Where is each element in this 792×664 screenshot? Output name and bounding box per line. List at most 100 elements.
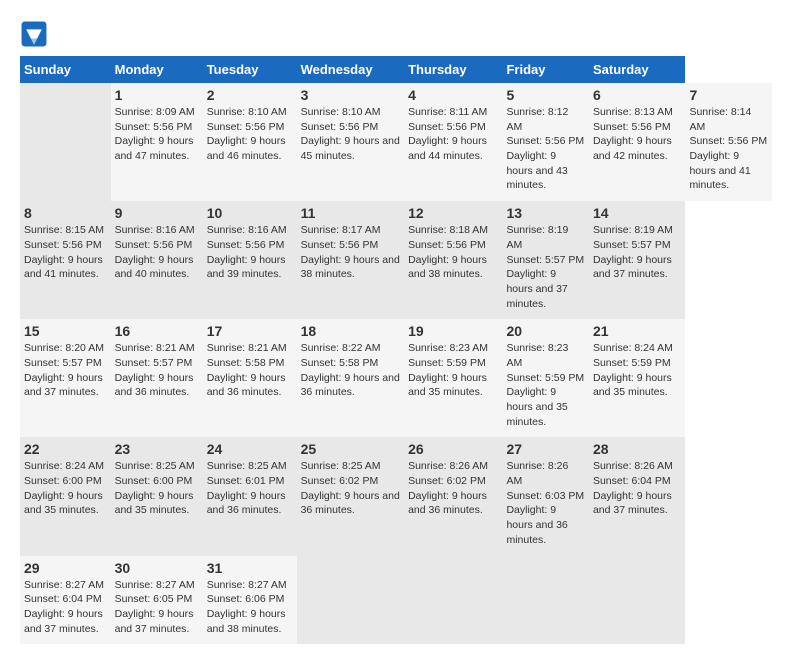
calendar-cell: 7Sunrise: 8:14 AMSunset: 5:56 PMDaylight… bbox=[685, 83, 772, 201]
calendar-week-row: 1Sunrise: 8:09 AMSunset: 5:56 PMDaylight… bbox=[20, 83, 772, 201]
day-number: 6 bbox=[593, 87, 681, 103]
day-number: 21 bbox=[593, 323, 681, 339]
day-number: 2 bbox=[207, 87, 293, 103]
day-number: 17 bbox=[207, 323, 293, 339]
calendar-cell bbox=[20, 83, 111, 201]
day-info: Sunrise: 8:19 AMSunset: 5:57 PMDaylight:… bbox=[593, 223, 681, 282]
day-number: 29 bbox=[24, 560, 107, 576]
day-info: Sunrise: 8:10 AMSunset: 5:56 PMDaylight:… bbox=[207, 105, 293, 164]
calendar-cell: 15 Sunrise: 8:20 AMSunset: 5:57 PMDayligh… bbox=[20, 319, 111, 437]
day-number: 14 bbox=[593, 205, 681, 221]
calendar-cell: 20 Sunrise: 8:23 AMSunset: 5:59 PMDayligh… bbox=[502, 319, 589, 437]
calendar-cell: 14 Sunrise: 8:19 AMSunset: 5:57 PMDayligh… bbox=[589, 201, 685, 319]
day-number: 19 bbox=[408, 323, 498, 339]
day-number: 22 bbox=[24, 441, 107, 457]
weekday-header: Monday bbox=[111, 56, 203, 83]
calendar-cell: 29 Sunrise: 8:27 AMSunset: 6:04 PMDayligh… bbox=[20, 556, 111, 645]
day-info: Sunrise: 8:27 AMSunset: 6:04 PMDaylight:… bbox=[24, 578, 107, 637]
calendar-cell: 4 Sunrise: 8:11 AMSunset: 5:56 PMDaylight… bbox=[404, 83, 502, 201]
day-number: 23 bbox=[115, 441, 199, 457]
day-info: Sunrise: 8:21 AMSunset: 5:58 PMDaylight:… bbox=[207, 341, 293, 400]
day-number: 8 bbox=[24, 205, 107, 221]
day-info: Sunrise: 8:16 AMSunset: 5:56 PMDaylight:… bbox=[207, 223, 293, 282]
calendar-cell: 13 Sunrise: 8:19 AMSunset: 5:57 PMDayligh… bbox=[502, 201, 589, 319]
calendar-cell: 31 Sunrise: 8:27 AMSunset: 6:06 PMDayligh… bbox=[203, 556, 297, 645]
day-number: 15 bbox=[24, 323, 107, 339]
calendar-cell: 23 Sunrise: 8:25 AMSunset: 6:00 PMDayligh… bbox=[111, 437, 203, 555]
day-info: Sunrise: 8:23 AMSunset: 5:59 PMDaylight:… bbox=[506, 341, 585, 429]
day-info: Sunrise: 8:27 AMSunset: 6:05 PMDaylight:… bbox=[115, 578, 199, 637]
day-number: 12 bbox=[408, 205, 498, 221]
day-info: Sunrise: 8:16 AMSunset: 5:56 PMDaylight:… bbox=[115, 223, 199, 282]
calendar-cell: 16Sunrise: 8:21 AMSunset: 5:57 PMDayligh… bbox=[111, 319, 203, 437]
calendar-cell: 11 Sunrise: 8:17 AMSunset: 5:56 PMDayligh… bbox=[297, 201, 405, 319]
calendar-cell: 5 Sunrise: 8:12 AMSunset: 5:56 PMDaylight… bbox=[502, 83, 589, 201]
day-info: Sunrise: 8:21 AMSunset: 5:57 PMDaylight:… bbox=[115, 341, 199, 400]
calendar-week-row: 22 Sunrise: 8:24 AMSunset: 6:00 PMDayligh… bbox=[20, 437, 772, 555]
day-number: 25 bbox=[301, 441, 401, 457]
calendar-cell: 27 Sunrise: 8:26 AMSunset: 6:03 PMDayligh… bbox=[502, 437, 589, 555]
day-number: 4 bbox=[408, 87, 498, 103]
day-info: Sunrise: 8:26 AMSunset: 6:03 PMDaylight:… bbox=[506, 459, 585, 547]
day-number: 27 bbox=[506, 441, 585, 457]
logo-icon bbox=[20, 20, 48, 48]
calendar-cell: 17 Sunrise: 8:21 AMSunset: 5:58 PMDayligh… bbox=[203, 319, 297, 437]
calendar-cell: 3Sunrise: 8:10 AMSunset: 5:56 PMDaylight… bbox=[297, 83, 405, 201]
calendar-week-row: 15 Sunrise: 8:20 AMSunset: 5:57 PMDayligh… bbox=[20, 319, 772, 437]
day-info: Sunrise: 8:23 AMSunset: 5:59 PMDaylight:… bbox=[408, 341, 498, 400]
day-number: 24 bbox=[207, 441, 293, 457]
weekday-header: Tuesday bbox=[203, 56, 297, 83]
day-number: 31 bbox=[207, 560, 293, 576]
day-info: Sunrise: 8:12 AMSunset: 5:56 PMDaylight:… bbox=[506, 105, 585, 193]
weekday-header: Wednesday bbox=[297, 56, 405, 83]
day-info: Sunrise: 8:25 AMSunset: 6:02 PMDaylight:… bbox=[301, 459, 401, 518]
calendar-cell: 19 Sunrise: 8:23 AMSunset: 5:59 PMDayligh… bbox=[404, 319, 502, 437]
weekday-header: Thursday bbox=[404, 56, 502, 83]
day-info: Sunrise: 8:13 AMSunset: 5:56 PMDaylight:… bbox=[593, 105, 681, 164]
day-number: 28 bbox=[593, 441, 681, 457]
day-info: Sunrise: 8:15 AMSunset: 5:56 PMDaylight:… bbox=[24, 223, 107, 282]
calendar-cell: 24Sunrise: 8:25 AMSunset: 6:01 PMDayligh… bbox=[203, 437, 297, 555]
header bbox=[20, 20, 772, 48]
day-info: Sunrise: 8:27 AMSunset: 6:06 PMDaylight:… bbox=[207, 578, 293, 637]
calendar-cell: 1Sunrise: 8:09 AMSunset: 5:56 PMDaylight… bbox=[111, 83, 203, 201]
weekday-header: Friday bbox=[502, 56, 589, 83]
calendar-cell: 12Sunrise: 8:18 AMSunset: 5:56 PMDayligh… bbox=[404, 201, 502, 319]
day-number: 20 bbox=[506, 323, 585, 339]
day-number: 13 bbox=[506, 205, 585, 221]
logo bbox=[20, 20, 52, 48]
day-info: Sunrise: 8:17 AMSunset: 5:56 PMDaylight:… bbox=[301, 223, 401, 282]
calendar-week-row: 29 Sunrise: 8:27 AMSunset: 6:04 PMDayligh… bbox=[20, 556, 772, 645]
calendar-week-row: 8 Sunrise: 8:15 AMSunset: 5:56 PMDaylight… bbox=[20, 201, 772, 319]
calendar-cell bbox=[404, 556, 502, 645]
calendar-cell bbox=[502, 556, 589, 645]
weekday-header-row: SundayMondayTuesdayWednesdayThursdayFrid… bbox=[20, 56, 772, 83]
day-info: Sunrise: 8:24 AMSunset: 6:00 PMDaylight:… bbox=[24, 459, 107, 518]
day-info: Sunrise: 8:20 AMSunset: 5:57 PMDaylight:… bbox=[24, 341, 107, 400]
day-info: Sunrise: 8:19 AMSunset: 5:57 PMDaylight:… bbox=[506, 223, 585, 311]
day-number: 9 bbox=[115, 205, 199, 221]
calendar-cell: 26 Sunrise: 8:26 AMSunset: 6:02 PMDayligh… bbox=[404, 437, 502, 555]
day-info: Sunrise: 8:24 AMSunset: 5:59 PMDaylight:… bbox=[593, 341, 681, 400]
day-number: 1 bbox=[115, 87, 199, 103]
day-number: 5 bbox=[506, 87, 585, 103]
day-info: Sunrise: 8:26 AMSunset: 6:04 PMDaylight:… bbox=[593, 459, 681, 518]
day-number: 10 bbox=[207, 205, 293, 221]
calendar-cell: 6 Sunrise: 8:13 AMSunset: 5:56 PMDaylight… bbox=[589, 83, 685, 201]
weekday-header: Saturday bbox=[589, 56, 685, 83]
calendar-cell: 10 Sunrise: 8:16 AMSunset: 5:56 PMDayligh… bbox=[203, 201, 297, 319]
day-info: Sunrise: 8:26 AMSunset: 6:02 PMDaylight:… bbox=[408, 459, 498, 518]
day-number: 30 bbox=[115, 560, 199, 576]
calendar-cell: 25 Sunrise: 8:25 AMSunset: 6:02 PMDayligh… bbox=[297, 437, 405, 555]
calendar-cell: 30 Sunrise: 8:27 AMSunset: 6:05 PMDayligh… bbox=[111, 556, 203, 645]
calendar-table: SundayMondayTuesdayWednesdayThursdayFrid… bbox=[20, 56, 772, 644]
calendar-cell: 28 Sunrise: 8:26 AMSunset: 6:04 PMDayligh… bbox=[589, 437, 685, 555]
day-info: Sunrise: 8:14 AMSunset: 5:56 PMDaylight:… bbox=[689, 105, 768, 193]
calendar-cell: 21 Sunrise: 8:24 AMSunset: 5:59 PMDayligh… bbox=[589, 319, 685, 437]
calendar-cell: 9 Sunrise: 8:16 AMSunset: 5:56 PMDaylight… bbox=[111, 201, 203, 319]
day-number: 11 bbox=[301, 205, 401, 221]
day-info: Sunrise: 8:11 AMSunset: 5:56 PMDaylight:… bbox=[408, 105, 498, 164]
day-info: Sunrise: 8:25 AMSunset: 6:00 PMDaylight:… bbox=[115, 459, 199, 518]
day-number: 26 bbox=[408, 441, 498, 457]
calendar-cell: 2 Sunrise: 8:10 AMSunset: 5:56 PMDaylight… bbox=[203, 83, 297, 201]
